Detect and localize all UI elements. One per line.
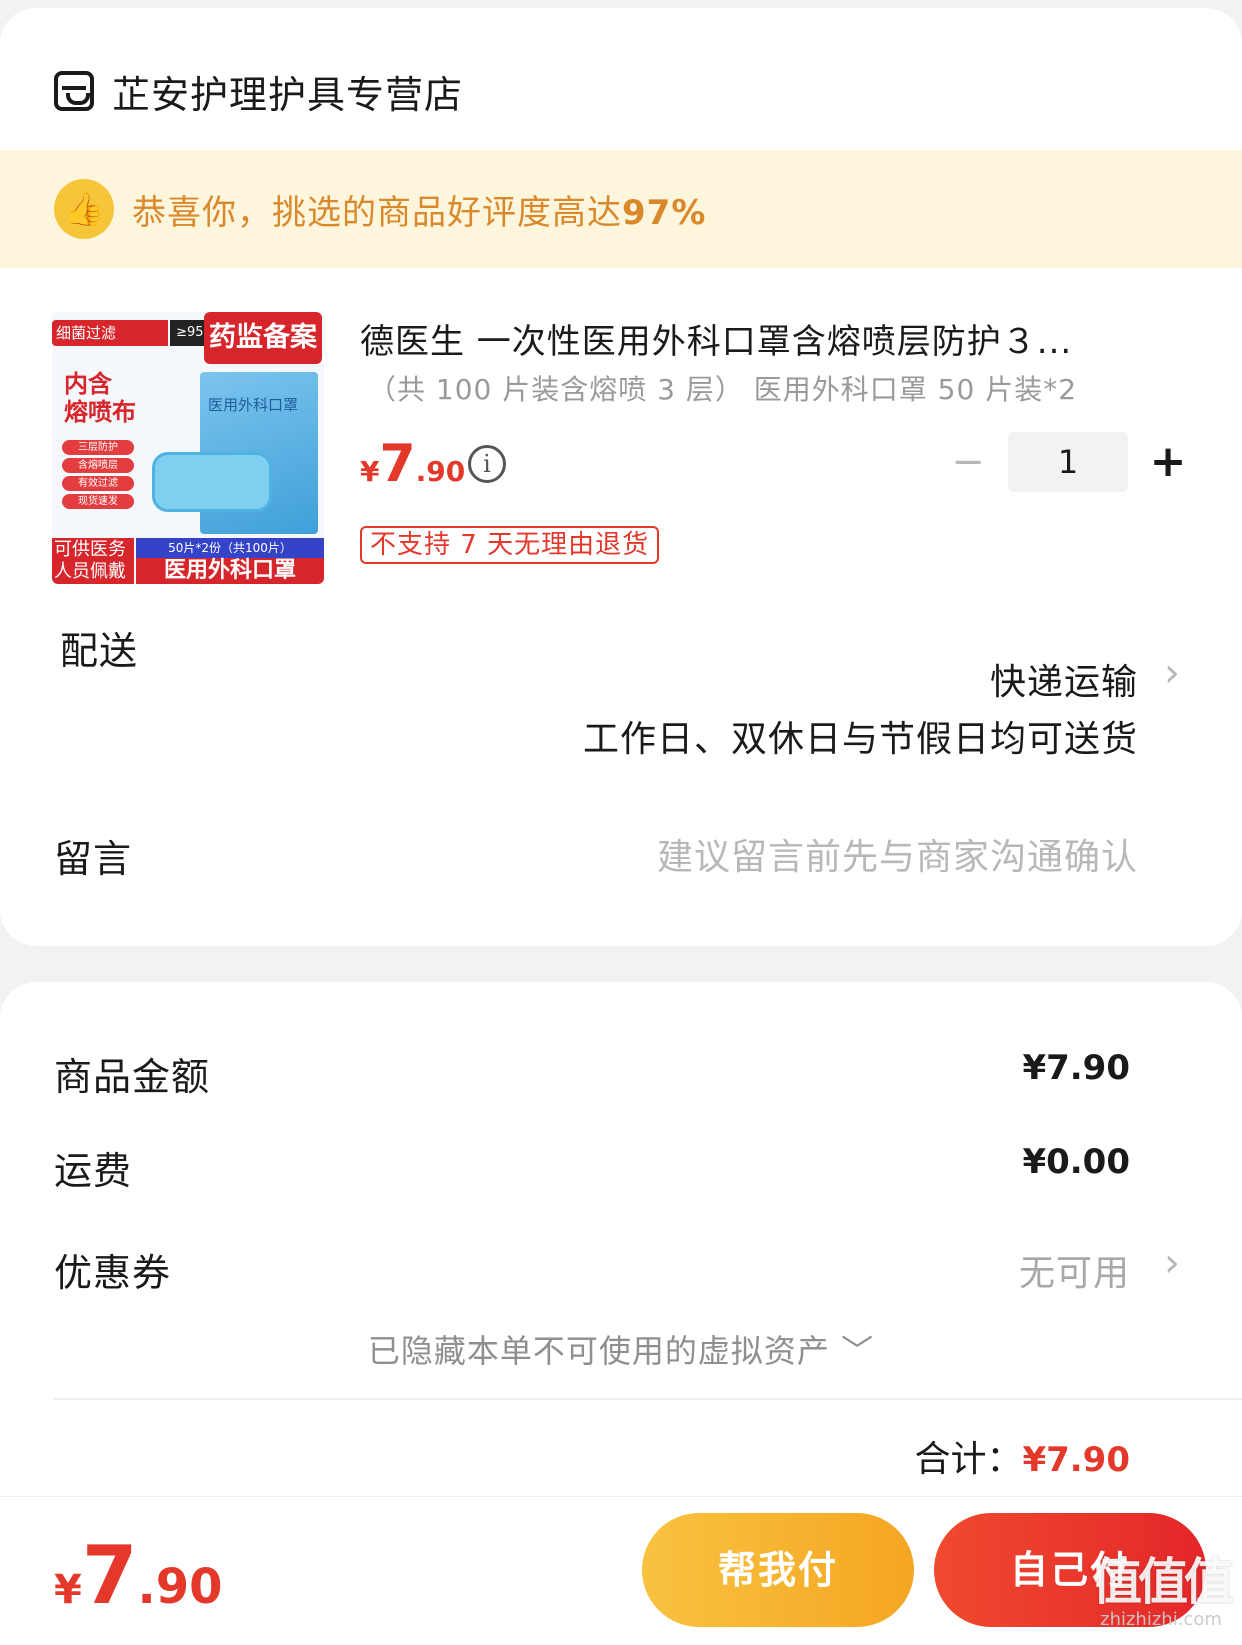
watermark-url: zhizhizhi.com	[1100, 1609, 1222, 1630]
return-policy-badge: 不支持 7 天无理由退货	[360, 526, 660, 564]
total-label: 合计：	[914, 1439, 1023, 1480]
goods-amount-label: 商品金额	[54, 1055, 211, 1099]
praise-banner: 👍 恭喜你，挑选的商品好评度高达97%	[0, 150, 1242, 268]
product-thumbnail[interactable]: 细菌过滤 ≥95% 药监备案 内含 熔喷布 三层防护 含熔喷层 有效过滤 现货速…	[52, 312, 324, 584]
total-value: ¥7.90	[1022, 1440, 1130, 1480]
store-header[interactable]: 芷安护理护具专营店	[54, 56, 463, 126]
thumb-bottom-qty: 50片*2份（共100片）	[136, 538, 324, 558]
quantity-plus-button[interactable]: +	[1148, 434, 1188, 490]
bottom-price: ¥7.90	[54, 1529, 223, 1622]
thumb-check-item: 三层防护	[62, 440, 134, 455]
delivery-note: 工作日、双休日与节假日均可送货	[582, 719, 1138, 760]
thumb-mask-image	[152, 452, 272, 512]
thumb-inner-text: 内含 熔喷布	[64, 370, 136, 426]
thumb-bottom-left: 可供医务人员佩戴	[52, 538, 134, 584]
watermark-logo: 值值值	[1092, 1553, 1234, 1611]
info-icon[interactable]: i	[468, 445, 506, 483]
quantity-minus-button[interactable]: −	[950, 440, 986, 484]
store-icon	[54, 71, 94, 111]
coupon-label: 优惠券	[54, 1251, 172, 1295]
coupon-value[interactable]: 无可用	[1019, 1244, 1130, 1296]
hidden-assets-toggle[interactable]: 已隐藏本单不可使用的虚拟资产 ﹀	[0, 1326, 1242, 1372]
thumb-check-item: 有效过滤	[62, 476, 134, 491]
remark-input[interactable]: 建议留言前先与商家沟通确认	[657, 828, 1138, 880]
store-name[interactable]: 芷安护理护具专营店	[112, 64, 463, 119]
shipping-label: 运费	[54, 1149, 133, 1193]
delivery-method[interactable]: 快递运输	[990, 653, 1138, 705]
chevron-right-icon[interactable]: ›	[1164, 650, 1180, 696]
divider	[54, 1398, 1242, 1400]
help-pay-button[interactable]: 帮我付	[642, 1513, 914, 1627]
remark-label: 留言	[54, 837, 133, 881]
thumb-package-title: 医用外科口罩	[208, 396, 299, 414]
product-spec[interactable]: （共 100 片装含熔喷 3 层） 医用外科口罩 50 片装*2	[368, 368, 1077, 408]
watermark: 值值值 zhizhizhi.com	[1092, 1553, 1234, 1631]
goods-amount-value: ¥7.90	[1022, 1048, 1130, 1088]
praise-rate: 97%	[622, 192, 707, 233]
product-title[interactable]: 德医生 一次性医用外科口罩含熔喷层防护３...	[360, 314, 1170, 363]
thumb-check-item: 含熔喷层	[62, 458, 134, 473]
shipping-value: ¥0.00	[1022, 1142, 1130, 1182]
thumb-bottom-name: 医用外科口罩	[136, 558, 324, 584]
thumb-check-item: 现货速发	[62, 494, 134, 509]
thumb-registration-tag: 药监备案	[204, 312, 322, 364]
bottom-action-bar: ¥7.90 帮我付 自己付 值值值 zhizhizhi.com	[0, 1496, 1242, 1645]
product-price: ¥7.90	[360, 434, 466, 494]
thumb-filter-tag: 细菌过滤	[52, 320, 168, 346]
delivery-label: 配送	[60, 629, 139, 673]
quantity-input[interactable]: 1	[1008, 432, 1128, 492]
praise-text: 恭喜你，挑选的商品好评度高达97%	[132, 192, 707, 233]
chevron-right-icon[interactable]: ›	[1164, 1240, 1180, 1286]
thumbs-up-icon: 👍	[54, 179, 114, 239]
total-row: 合计：¥7.90	[914, 1430, 1130, 1482]
